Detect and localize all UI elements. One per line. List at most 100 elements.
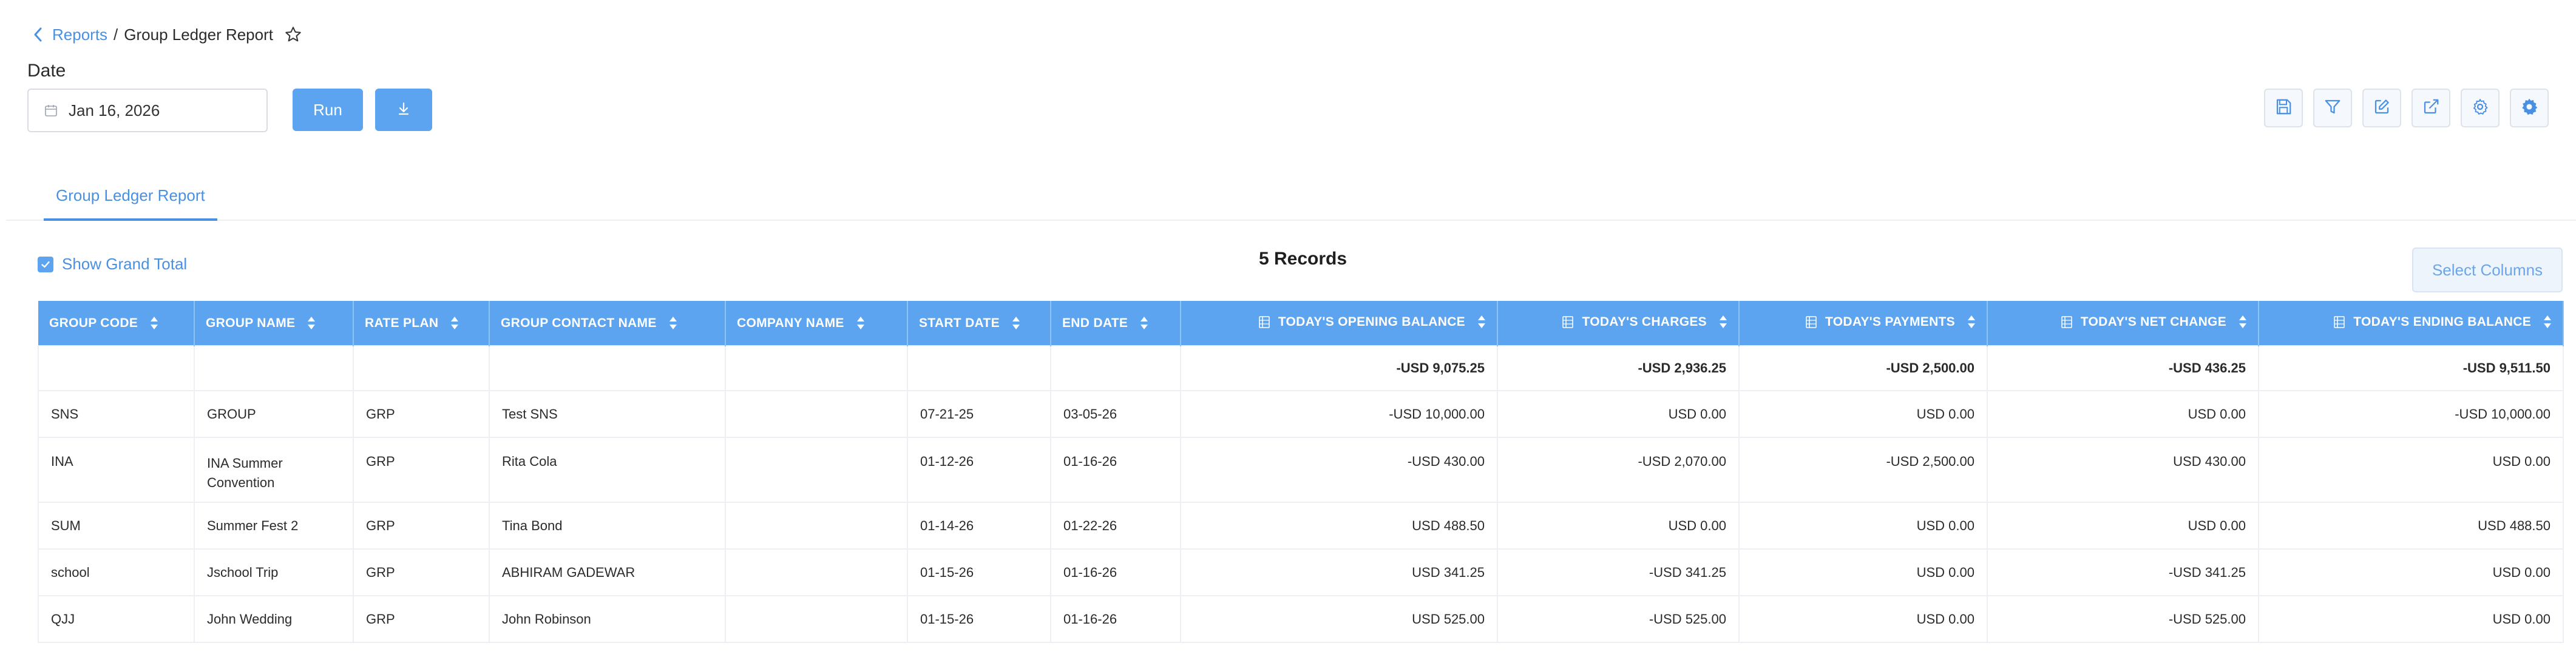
settings-icon (2471, 98, 2489, 119)
column-header[interactable]: TODAY'S CHARGES (1497, 301, 1740, 346)
table-cell: John Robinson (489, 595, 726, 643)
group-ledger-table: GROUP CODE GROUP NAME RATE PLAN GROUP CONTA… (38, 301, 2564, 643)
filter-button[interactable] (2313, 89, 2352, 127)
total-cell (194, 345, 354, 391)
table-cell: GRP (353, 548, 490, 596)
total-cell: -USD 2,936.25 (1497, 345, 1740, 391)
table-cell: USD 0.00 (1738, 595, 1988, 643)
advanced-settings-button[interactable] (2510, 89, 2549, 127)
table-cell: Tina Bond (489, 502, 726, 550)
sort-icon[interactable] (2239, 315, 2247, 329)
report-tabs: Group Ledger Report (6, 172, 2576, 221)
table-cell: school (38, 548, 195, 596)
sort-icon[interactable] (150, 316, 158, 330)
sort-icon[interactable] (669, 316, 677, 330)
currency-column-icon (2334, 315, 2345, 328)
download-button[interactable] (375, 89, 432, 131)
table-cell (725, 390, 908, 438)
table-cell: USD 0.00 (1497, 390, 1740, 438)
sort-icon[interactable] (307, 316, 316, 330)
column-header[interactable]: COMPANY NAME (725, 301, 908, 346)
total-cell (38, 345, 195, 391)
show-grand-total-toggle[interactable]: Show Grand Total (38, 255, 187, 274)
column-header-label: RATE PLAN (365, 315, 439, 330)
table-cell: USD 488.50 (1180, 502, 1498, 550)
table-cell: Rita Cola (489, 437, 726, 503)
tab-group-ledger-report[interactable]: Group Ledger Report (44, 172, 217, 221)
table-cell: 01-15-26 (907, 548, 1051, 596)
column-header[interactable]: GROUP CODE (38, 301, 195, 346)
sort-icon[interactable] (1719, 315, 1727, 329)
settings-button[interactable] (2461, 89, 2500, 127)
column-header[interactable]: GROUP NAME (194, 301, 354, 346)
table-row[interactable]: QJJ John Wedding GRP John Robinson 01-15-26 0… (38, 595, 2564, 643)
table-cell: 03-05-26 (1050, 390, 1181, 438)
column-header-label: TODAY'S PAYMENTS (1825, 314, 1955, 329)
date-value: Jan 16, 2026 (69, 101, 160, 120)
sort-icon[interactable] (856, 316, 865, 330)
chevron-left-icon[interactable] (33, 25, 45, 44)
total-cell (725, 345, 908, 391)
table-cell (725, 502, 908, 550)
table-cell: INA (38, 437, 195, 503)
sort-icon[interactable] (1967, 315, 1976, 329)
table-cell: USD 0.00 (1738, 390, 1988, 438)
breadcrumb-separator: / (114, 25, 118, 44)
table-cell: -USD 341.25 (1987, 548, 2259, 596)
column-header[interactable]: RATE PLAN (353, 301, 490, 346)
column-header[interactable]: START DATE (907, 301, 1051, 346)
table-header-row: GROUP CODE GROUP NAME RATE PLAN GROUP CONTA… (38, 301, 2564, 346)
edit-icon (2373, 98, 2391, 119)
sort-icon[interactable] (450, 316, 459, 330)
date-field[interactable]: Jan 16, 2026 (27, 89, 268, 132)
table-cell: -USD 10,000.00 (2258, 390, 2564, 438)
column-header-label: GROUP CONTACT NAME (501, 315, 657, 330)
table-row[interactable]: SNS GROUP GRP Test SNS 07-21-25 03-05-26 -USD … (38, 390, 2564, 438)
table-row[interactable]: INA INA Summer Convention GRP Rita Cola 01-1… (38, 437, 2564, 503)
table-cell: 07-21-25 (907, 390, 1051, 438)
table-cell: GRP (353, 390, 490, 438)
column-header[interactable]: TODAY'S NET CHANGE (1987, 301, 2259, 346)
select-columns-button[interactable]: Select Columns (2412, 247, 2563, 292)
table-cell: ABHIRAM GADEWAR (489, 548, 726, 596)
open-external-button[interactable] (2412, 89, 2450, 127)
save-button[interactable] (2264, 89, 2303, 127)
column-header-label: TODAY'S CHARGES (1582, 314, 1707, 329)
total-cell: -USD 2,500.00 (1738, 345, 1988, 391)
table-cell: Test SNS (489, 390, 726, 438)
total-cell (1050, 345, 1181, 391)
total-cell (907, 345, 1051, 391)
total-cell: -USD 9,075.25 (1180, 345, 1498, 391)
table-cell: 01-16-26 (1050, 437, 1181, 503)
table-cell (725, 437, 908, 503)
table-cell: USD 0.00 (2258, 548, 2564, 596)
column-header[interactable]: END DATE (1051, 301, 1181, 346)
column-header-label: END DATE (1062, 315, 1128, 330)
star-outline-icon[interactable] (284, 24, 305, 45)
sort-icon[interactable] (1012, 316, 1020, 330)
sort-icon[interactable] (1477, 315, 1486, 329)
edit-button[interactable] (2362, 89, 2401, 127)
column-header[interactable]: TODAY'S PAYMENTS (1739, 301, 1988, 346)
column-header[interactable]: TODAY'S OPENING BALANCE (1181, 301, 1498, 346)
column-header-label: GROUP NAME (206, 315, 296, 330)
column-header-label: GROUP CODE (49, 315, 138, 330)
sort-icon[interactable] (1140, 316, 1148, 330)
column-header[interactable]: TODAY'S ENDING BALANCE (2259, 301, 2564, 346)
table-row[interactable]: SUM Summer Fest 2 GRP Tina Bond 01-14-26 01-2… (38, 502, 2564, 550)
table-cell: USD 0.00 (2258, 437, 2564, 503)
sort-icon[interactable] (2543, 315, 2552, 329)
grand-total-checkbox[interactable] (38, 256, 53, 272)
table-cell: SUM (38, 502, 195, 550)
column-header[interactable]: GROUP CONTACT NAME (489, 301, 726, 346)
run-button[interactable]: Run (293, 89, 363, 131)
download-icon (397, 101, 410, 119)
table-cell: USD 0.00 (1497, 502, 1740, 550)
total-cell (489, 345, 726, 391)
breadcrumb-reports-link[interactable]: Reports (52, 25, 107, 44)
records-count: 5 Records (1259, 249, 1347, 269)
table-row[interactable]: school Jschool Trip GRP ABHIRAM GADEWAR 01-1… (38, 548, 2564, 596)
table-cell: 01-16-26 (1050, 548, 1181, 596)
table-cell: -USD 525.00 (1497, 595, 1740, 643)
table-cell: 01-15-26 (907, 595, 1051, 643)
